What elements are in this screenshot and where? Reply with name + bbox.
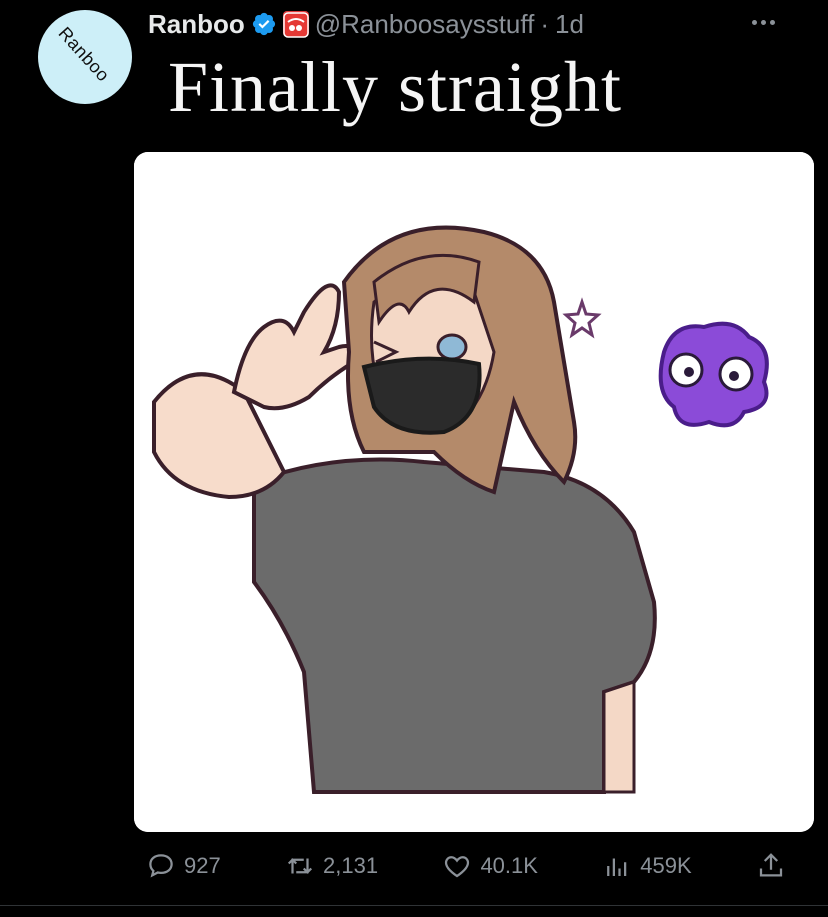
tweet-header: Ranboo @Ranboosaysstuff · 1d	[148, 6, 584, 42]
divider	[0, 905, 828, 906]
like-count: 40.1K	[480, 853, 538, 878]
drawing-illustration	[134, 152, 814, 832]
retweet-button[interactable]: 2,131	[285, 851, 378, 881]
views-icon	[607, 858, 627, 876]
more-icon[interactable]	[752, 12, 778, 32]
tweet-image[interactable]	[134, 152, 814, 832]
reply-count: 927	[184, 853, 221, 878]
like-button[interactable]: 40.1K	[442, 851, 538, 881]
display-name[interactable]: Ranboo	[148, 6, 245, 42]
tweet-text: Finally straight	[168, 47, 622, 127]
reply-icon	[149, 854, 173, 878]
separator: ·	[540, 9, 550, 39]
views-count: 459K	[640, 853, 692, 878]
action-bar: 927 2,131 40.1K 459K	[146, 846, 786, 886]
views-button[interactable]: 459K	[602, 851, 692, 881]
reply-button[interactable]: 927	[146, 851, 221, 881]
timestamp[interactable]: 1d	[555, 6, 584, 42]
retweet-count: 2,131	[323, 853, 379, 878]
share-icon	[759, 853, 783, 877]
share-button[interactable]	[756, 851, 786, 881]
avatar[interactable]: Ranboo	[38, 10, 132, 104]
tweet[interactable]: Ranboo Ranboo @Ranboosaysstuff · 1d Fina…	[0, 0, 828, 917]
handle[interactable]: @Ranboosaysstuff	[315, 6, 535, 42]
affiliate-badge-icon	[282, 11, 309, 38]
avatar-label: Ranboo	[54, 23, 114, 86]
like-icon	[445, 856, 470, 878]
verified-badge-icon	[252, 12, 275, 36]
retweet-icon	[288, 858, 313, 874]
